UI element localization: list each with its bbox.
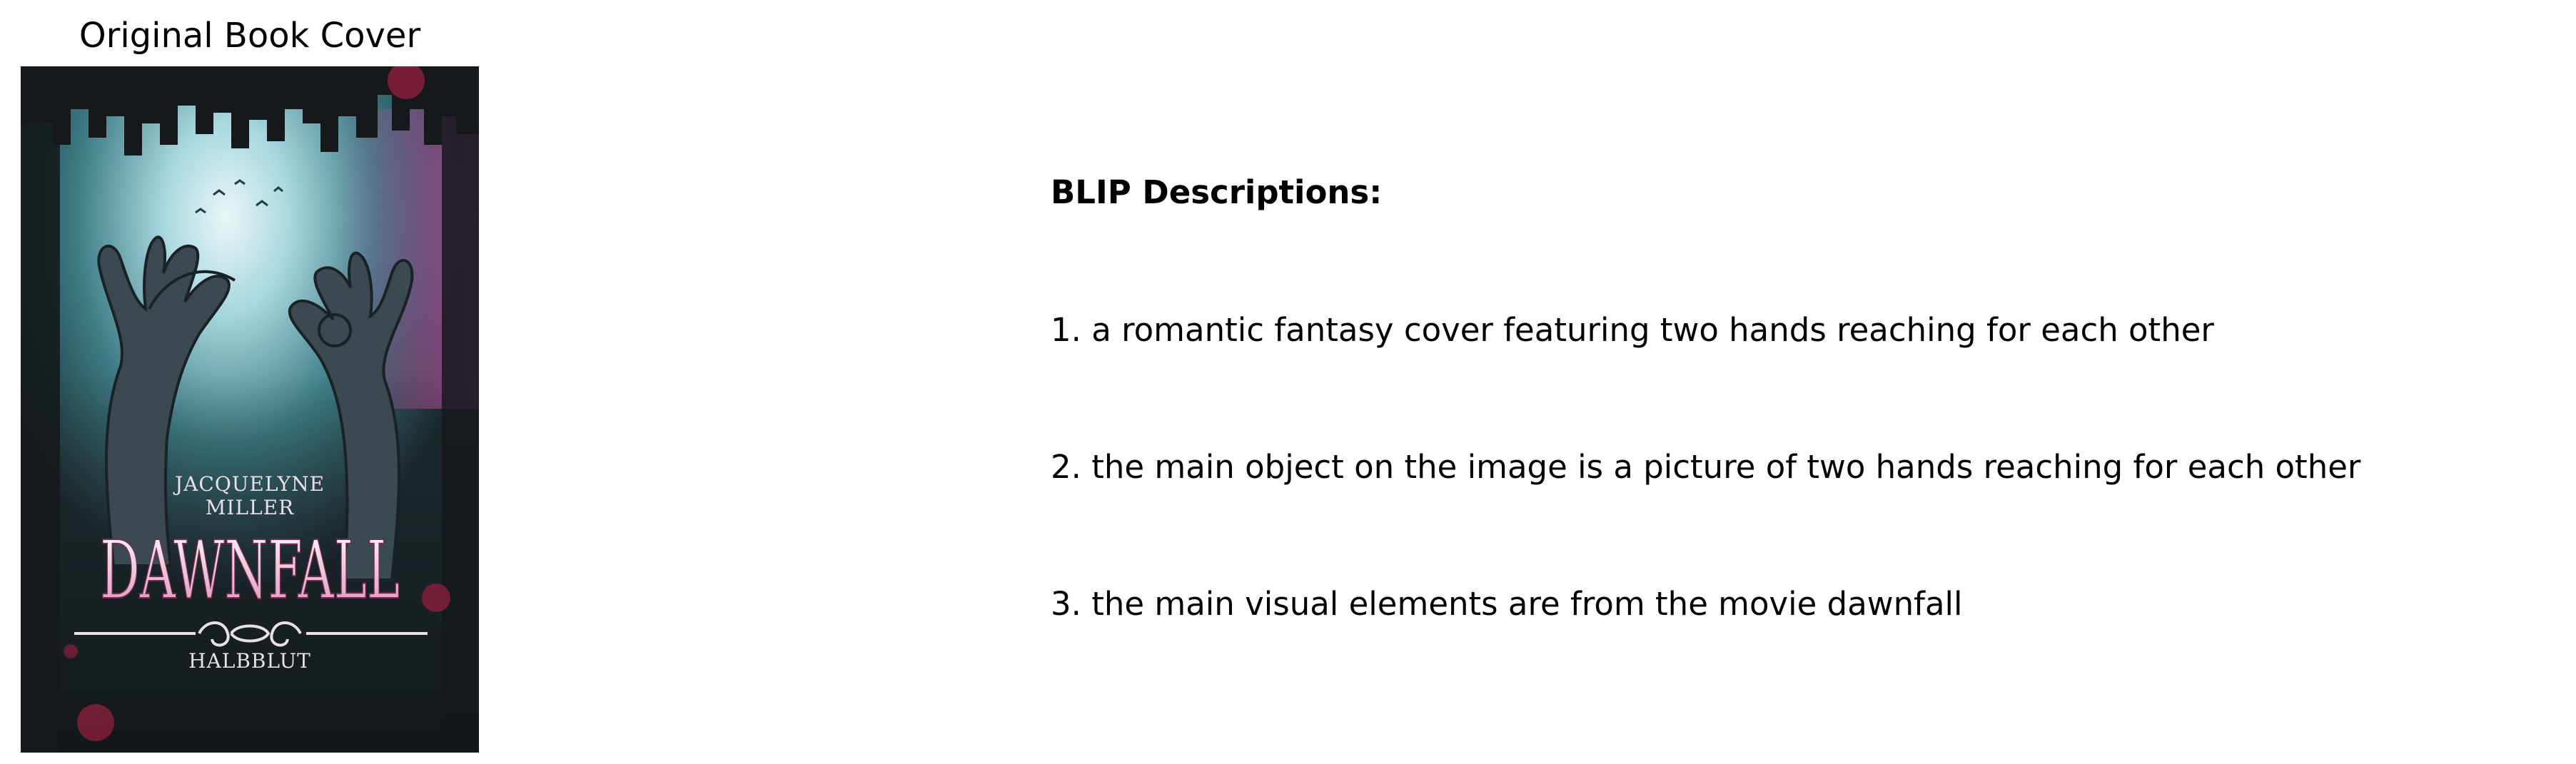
rose-right [422, 584, 450, 612]
cover-title: DAWNFALL [100, 524, 400, 617]
cover-right-edge [442, 66, 479, 753]
book-cover-image: JACQUELYNE MILLER DAWNFALL HALBBLUT [21, 66, 479, 753]
rose-bottom-left [77, 704, 114, 741]
cover-author-line2: MILLER [206, 496, 294, 519]
cover-left-edge [21, 66, 60, 753]
description-item-1: 1. a romantic fantasy cover featuring tw… [1051, 311, 2214, 349]
cover-subtitle: HALBBLUT [188, 649, 311, 673]
panel-title: Original Book Cover [79, 16, 421, 56]
cover-author-line1: JACQUELYNE [173, 472, 325, 496]
descriptions-heading: BLIP Descriptions: [1051, 173, 1383, 211]
description-item-2: 2. the main object on the image is a pic… [1051, 448, 2361, 486]
description-item-3: 3. the main visual elements are from the… [1051, 585, 1963, 623]
rose-left [64, 644, 78, 658]
